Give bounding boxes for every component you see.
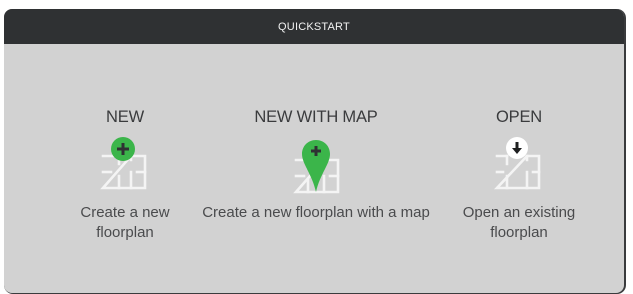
new-with-map-option-title: NEW WITH MAP (254, 108, 378, 126)
open-option-title: OPEN (496, 108, 542, 126)
quickstart-panel: QUICKSTART NEW Create a new floorplan NE… (4, 9, 624, 293)
floorplan-plus-icon (97, 136, 153, 197)
new-with-map-option-description: Create a new floorplan with a map (202, 204, 430, 221)
quickstart-header: QUICKSTART (4, 9, 624, 44)
open-option-description: Open an existing floorplan (462, 204, 576, 241)
open-floorplan-option[interactable]: OPEN Open an existing floorplan (444, 44, 594, 284)
new-floorplan-option[interactable]: NEW Create a new floorplan (66, 44, 184, 284)
new-with-map-option[interactable]: NEW WITH MAP Create a new floorplan with… (200, 44, 432, 284)
new-option-description: Create a new floorplan (80, 204, 170, 241)
quickstart-options: NEW Create a new floorplan NEW WITH MAP … (4, 44, 624, 293)
new-option-title: NEW (106, 108, 144, 126)
floorplan-download-icon (491, 136, 547, 197)
floorplan-map-pin-icon (288, 136, 344, 201)
quickstart-title: QUICKSTART (278, 20, 350, 33)
